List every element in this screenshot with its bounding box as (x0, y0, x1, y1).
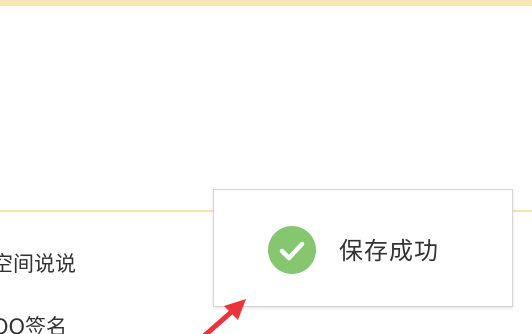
option-label: 空间说说 (0, 252, 76, 276)
option-qq-signature[interactable]: QQ签名 (0, 311, 67, 334)
check-circle-icon (268, 226, 316, 274)
red-arrow-icon (196, 296, 256, 334)
option-label: QQ签名 (0, 315, 68, 334)
toast-message: 保存成功 (339, 237, 439, 265)
screen: 空间说说 QQ签名 保存成功 (0, 0, 532, 334)
save-success-toast: 保存成功 (213, 189, 513, 307)
top-border-bar (0, 0, 532, 6)
option-qzone-status[interactable]: 空间说说 (0, 248, 76, 278)
